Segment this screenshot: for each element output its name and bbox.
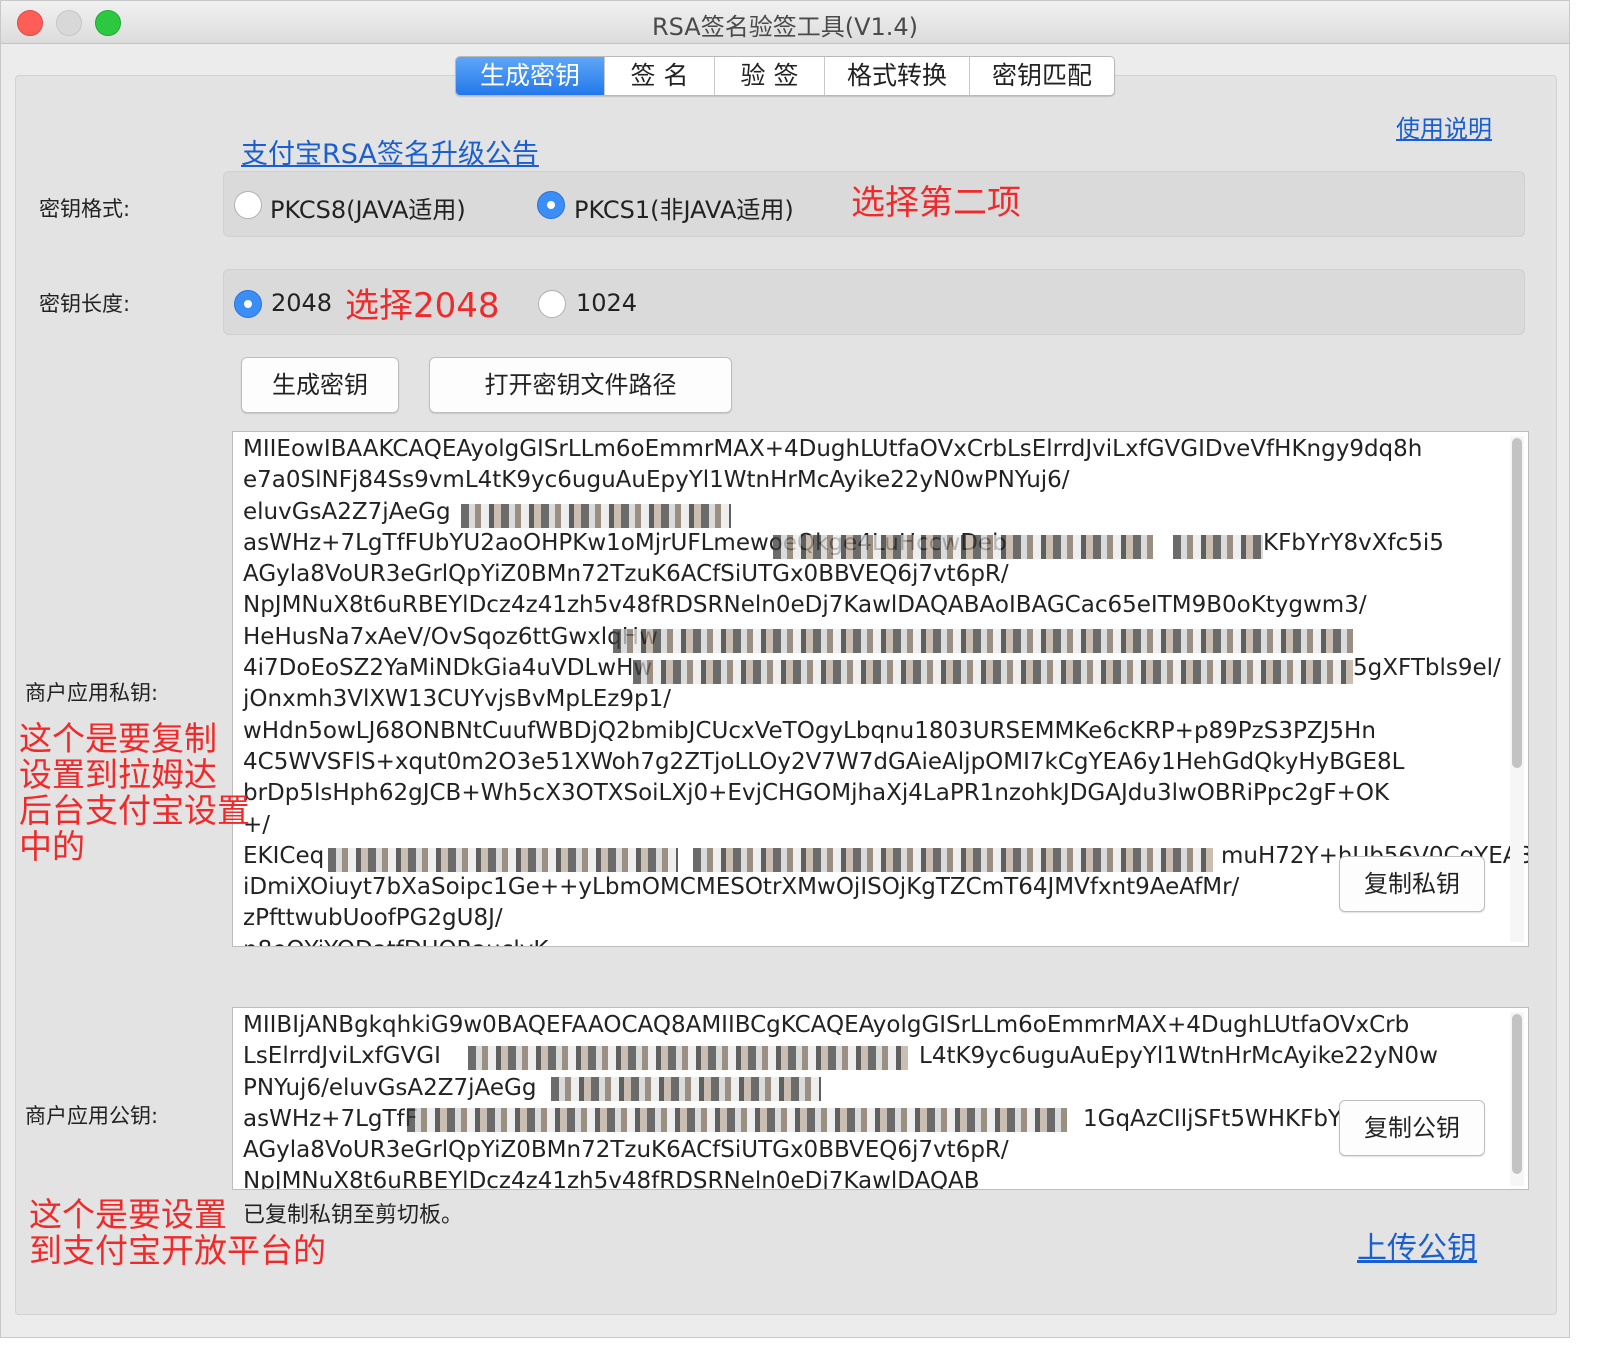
window-title: RSA签名验签工具(V1.4) — [651, 13, 919, 41]
copy-public-key-button[interactable]: 复制公钥 — [1339, 1100, 1485, 1156]
pkcs8-label[interactable]: PKCS8(JAVA适用) — [270, 190, 466, 225]
pkcs1-label[interactable]: PKCS1(非JAVA适用) — [574, 190, 794, 225]
redaction-blur — [693, 848, 1213, 872]
generate-key-button[interactable]: 生成密钥 — [241, 357, 399, 413]
key-length-label: 密钥长度: — [39, 292, 131, 316]
public-key-line: MIIBIjANBgkqhkiG9w0BAQEFAAOCAQ8AMIIBCgKC… — [243, 1012, 1410, 1038]
private-key-line: eluvGsA2Z7jAeGg — [243, 498, 451, 525]
annotation-choose-2048: 选择2048 — [345, 286, 500, 326]
copy-private-key-button[interactable]: 复制私钥 — [1339, 856, 1485, 912]
public-key-scroll-thumb[interactable] — [1512, 1014, 1522, 1174]
length-1024-radio[interactable] — [538, 290, 566, 318]
open-key-path-button[interactable]: 打开密钥文件路径 — [429, 357, 732, 413]
private-key-line-tail: 5gXFTbls9el/ — [1353, 655, 1501, 681]
redaction-blur — [773, 535, 1153, 559]
length-2048-radio[interactable] — [234, 290, 262, 318]
annotation-public-key: 这个是要设置 到支付宝开放平台的 — [29, 1197, 326, 1269]
help-link[interactable]: 使用说明 — [1396, 109, 1492, 144]
public-key-line-tail: 1GqAzCIljSFt5WHKFbY — [1083, 1106, 1342, 1132]
annotation-line: 这个是要复制 — [19, 719, 217, 758]
private-key-label: 商户应用私钥: — [25, 681, 159, 705]
private-key-textarea[interactable]: MIIEowIBAAKCAQEAyolgGISrLLm6oEmmrMAX+4Du… — [232, 431, 1529, 947]
announcement-link[interactable]: 支付宝RSA签名升级公告 — [241, 132, 539, 171]
annotation-private-key: 这个是要复制 设置到拉姆达 后台支付宝设置 中的 — [19, 721, 250, 865]
private-key-line: MIIEowIBAAKCAQEAyolgGISrLLm6oEmmrMAX+4Du… — [243, 436, 1423, 462]
annotation-line: 这个是要设置 — [29, 1195, 227, 1234]
tab-sign[interactable]: 签 名 — [604, 57, 714, 95]
tab-key-match[interactable]: 密钥匹配 — [969, 57, 1114, 95]
tab-format-convert[interactable]: 格式转换 — [824, 57, 969, 95]
private-key-line: jOnxmh3VlXW13CUYvjsBvMpLEz9p1/ — [243, 686, 671, 713]
pkcs1-radio[interactable] — [537, 191, 565, 219]
upload-public-key-link[interactable]: 上传公钥 — [1357, 1223, 1477, 1267]
tab-verify[interactable]: 验 签 — [714, 57, 824, 95]
public-key-line: PNYuj6/eluvGsA2Z7jAeGg — [243, 1074, 537, 1101]
private-key-scrollbar[interactable] — [1510, 436, 1524, 942]
private-key-line: 4C5WVSFlS+xqut0m2O3e51XWoh7g2ZTjoLLOy2V7… — [243, 748, 1405, 775]
length-2048-label[interactable]: 2048 — [271, 289, 332, 317]
private-key-scroll-thumb[interactable] — [1512, 438, 1522, 768]
annotation-line: 到支付宝开放平台的 — [29, 1231, 326, 1270]
redaction-blur — [468, 1046, 908, 1070]
title-bar: RSA签名验签工具(V1.4) — [1, 1, 1569, 44]
tab-generate-key[interactable]: 生成密钥 — [456, 57, 604, 95]
public-key-line: NpJMNuX8t6uRBEYlDcz4z41zh5v48fRDSRNeln0e… — [243, 1168, 980, 1190]
private-key-line: n8eQYiYODatfDUQRauclyK... — [233, 935, 1528, 946]
redaction-blur — [461, 504, 731, 528]
redaction-blur — [1173, 535, 1263, 559]
private-key-line: NpJMNuX8t6uRBEYlDcz4z41zh5v48fRDSRNeln0e… — [243, 592, 1367, 619]
private-key-line: brDp5lsHph62gJCB+Wh5cX3OTXSoiLXj0+EvjCHG… — [243, 780, 1390, 807]
redaction-blur — [407, 1108, 1067, 1132]
key-format-label: 密钥格式: — [39, 197, 131, 221]
private-key-line: iDmiXOiuyt7bXaSoipc1Ge++yLbmOMCMESOtrXMw… — [243, 874, 1240, 901]
annotation-choose-second: 选择第二项 — [851, 183, 1021, 223]
redaction-blur — [633, 660, 1353, 684]
annotation-line: 后台支付宝设置 — [19, 791, 250, 830]
app-window: RSA签名验签工具(V1.4) 生成密钥 签 名 验 签 格式转换 密钥匹配 使… — [0, 0, 1570, 1338]
private-key-line-tail: KFbYrY8vXfc5i5 — [1263, 530, 1444, 556]
private-key-line: AGyla8VoUR3eGrlQpYiZ0BMn72TzuK6ACfSiUTGx… — [243, 561, 1009, 588]
redaction-blur — [613, 629, 1353, 653]
length-1024-label[interactable]: 1024 — [576, 289, 637, 317]
public-key-line: AGyla8VoUR3eGrlQpYiZ0BMn72TzuK6ACfSiUTGx… — [243, 1137, 1009, 1164]
public-key-textarea[interactable]: MIIBIjANBgkqhkiG9w0BAQEFAAOCAQ8AMIIBCgKC… — [232, 1007, 1529, 1190]
public-key-scrollbar[interactable] — [1510, 1012, 1524, 1186]
private-key-line: +/ — [243, 811, 271, 838]
public-key-label: 商户应用公钥: — [25, 1104, 159, 1128]
pkcs8-radio[interactable] — [234, 191, 262, 219]
redaction-blur — [551, 1077, 821, 1101]
public-key-line-tail: L4tK9yc6uguAuEpyYl1WtnHrMcAyike22yN0w — [919, 1043, 1438, 1069]
annotation-line: 设置到拉姆达 — [19, 755, 217, 794]
private-key-line: zPfttwubUoofPG2gU8J/ — [243, 905, 503, 932]
private-key-line: e7a0SlNFj84Ss9vmL4tK9yc6uguAuEpyYl1WtnHr… — [243, 467, 1070, 494]
tab-bar: 生成密钥 签 名 验 签 格式转换 密钥匹配 — [455, 56, 1115, 96]
redaction-blur — [328, 848, 678, 872]
private-key-line: wHdn5owLJ68ONBNtCuufWBDjQ2bmibJCUcxVeTOg… — [243, 717, 1376, 744]
annotation-line: 中的 — [19, 827, 85, 866]
